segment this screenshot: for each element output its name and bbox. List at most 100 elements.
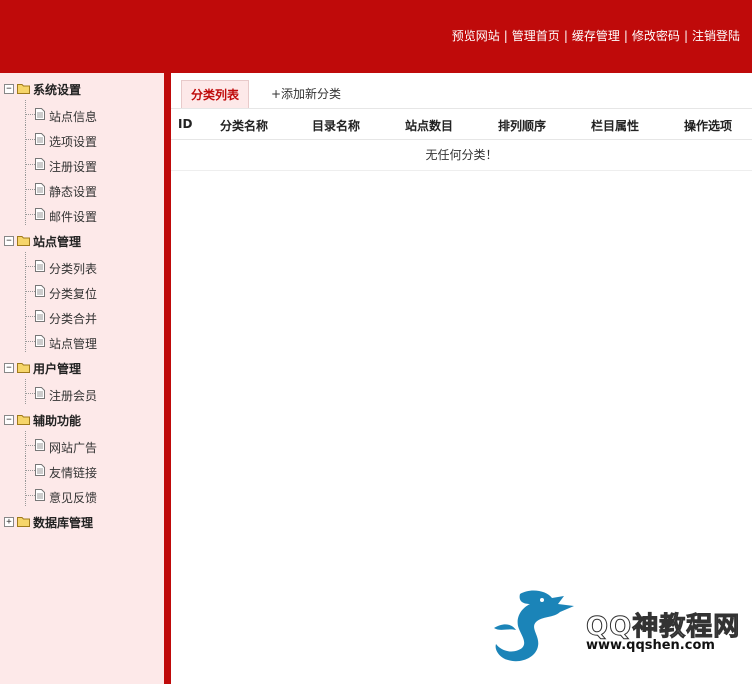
collapse-icon[interactable]: − bbox=[4, 415, 14, 425]
folder-icon bbox=[17, 235, 31, 246]
table-header: ID 分类名称 目录名称 站点数目 排列顺序 栏目属性 操作选项 bbox=[171, 109, 752, 140]
folder-icon bbox=[17, 362, 31, 373]
column-header-category-name: 分类名称 bbox=[220, 119, 269, 133]
document-icon bbox=[35, 183, 45, 195]
sidebar-item-label: 网站广告 bbox=[49, 441, 98, 455]
document-icon bbox=[35, 108, 45, 120]
sidebar-group-label: 数据库管理 bbox=[33, 516, 94, 530]
column-header-sort-order: 排列顺序 bbox=[498, 119, 547, 133]
sidebar-item-label: 注册设置 bbox=[49, 160, 98, 174]
tree-line bbox=[25, 175, 27, 200]
sidebar-group-label: 系统设置 bbox=[33, 83, 82, 97]
sidebar-divider[interactable] bbox=[164, 73, 171, 684]
sidebar-item[interactable]: 站点管理 bbox=[0, 327, 164, 358]
sidebar-group[interactable]: + 数据库管理 bbox=[0, 512, 164, 539]
watermark-logo: QQ神教程网 www.qqshen.com bbox=[490, 588, 745, 668]
tree-line bbox=[25, 379, 27, 404]
sidebar-group-label: 站点管理 bbox=[33, 235, 82, 249]
empty-message: 无任何分类！ bbox=[171, 140, 752, 171]
sidebar-item-label: 分类合并 bbox=[49, 312, 98, 326]
column-header-column-property: 栏目属性 bbox=[591, 119, 640, 133]
document-icon bbox=[35, 335, 45, 347]
collapse-icon[interactable]: − bbox=[4, 84, 14, 94]
top-nav: 预览网站 | 管理首页 | 缓存管理 | 修改密码 | 注销登陆 bbox=[452, 27, 740, 44]
admin-home-link[interactable]: 管理首页 bbox=[512, 29, 560, 43]
tree-line bbox=[26, 470, 35, 471]
tree-line bbox=[25, 200, 27, 225]
tree-line bbox=[25, 150, 27, 175]
sidebar-group-label: 用户管理 bbox=[33, 362, 82, 376]
tab-category-list[interactable]: 分类列表 bbox=[181, 80, 249, 108]
folder-icon bbox=[17, 516, 31, 527]
column-header-directory-name: 目录名称 bbox=[312, 119, 361, 133]
tree-line bbox=[26, 189, 35, 190]
change-password-link[interactable]: 修改密码 bbox=[632, 29, 680, 43]
sidebar-tree: − 系统设置 站点信息 选项设置 注册设置 静态设置 邮件设置 − 站点管理 分类列表 分类复位 分类… bbox=[0, 79, 164, 539]
tree-line bbox=[25, 456, 27, 481]
sidebar-item-label: 分类复位 bbox=[49, 287, 98, 301]
tree-line bbox=[26, 495, 35, 496]
sidebar-item-label: 选项设置 bbox=[49, 135, 98, 149]
tree-line bbox=[26, 114, 35, 115]
sidebar-item[interactable]: 邮件设置 bbox=[0, 200, 164, 231]
document-icon bbox=[35, 464, 45, 476]
document-icon bbox=[35, 310, 45, 322]
tree-line bbox=[26, 291, 35, 292]
preview-site-link[interactable]: 预览网站 bbox=[452, 29, 500, 43]
tree-line bbox=[25, 252, 27, 277]
tree-line bbox=[26, 164, 35, 165]
nav-separator: | bbox=[563, 29, 568, 43]
tree-line bbox=[26, 341, 35, 342]
collapse-icon[interactable]: − bbox=[4, 363, 14, 373]
tab-add-category[interactable]: +添加新分类 bbox=[271, 80, 341, 108]
document-icon bbox=[35, 489, 45, 501]
nav-separator: | bbox=[503, 29, 508, 43]
document-icon bbox=[35, 260, 45, 272]
document-icon bbox=[35, 158, 45, 170]
sidebar-item-label: 站点信息 bbox=[49, 110, 98, 124]
sidebar-item-label: 注册会员 bbox=[49, 389, 98, 403]
document-icon bbox=[35, 387, 45, 399]
dragon-icon bbox=[494, 590, 574, 662]
tree-line bbox=[26, 214, 35, 215]
sidebar-item-label: 邮件设置 bbox=[49, 210, 98, 224]
tree-line bbox=[26, 266, 35, 267]
nav-separator: | bbox=[683, 29, 688, 43]
tree-line bbox=[26, 445, 35, 446]
tab-bar: 分类列表 +添加新分类 bbox=[171, 80, 752, 109]
collapse-icon[interactable]: − bbox=[4, 236, 14, 246]
sidebar-item-label: 站点管理 bbox=[49, 337, 98, 351]
sidebar-item[interactable]: 意见反馈 bbox=[0, 481, 164, 512]
sidebar-item-label: 静态设置 bbox=[49, 185, 98, 199]
sidebar-item[interactable]: 注册会员 bbox=[0, 379, 164, 410]
header-bar: 预览网站 | 管理首页 | 缓存管理 | 修改密码 | 注销登陆 bbox=[0, 0, 752, 73]
folder-icon bbox=[17, 83, 31, 94]
tree-line bbox=[25, 277, 27, 302]
tree-line bbox=[26, 139, 35, 140]
logout-link[interactable]: 注销登陆 bbox=[692, 29, 740, 43]
document-icon bbox=[35, 133, 45, 145]
tree-line bbox=[26, 316, 35, 317]
sidebar-item-label: 意见反馈 bbox=[49, 491, 98, 505]
column-header-id: ID bbox=[178, 117, 193, 131]
tree-line bbox=[25, 302, 27, 327]
nav-separator: | bbox=[623, 29, 628, 43]
tree-line bbox=[26, 393, 35, 394]
column-header-actions: 操作选项 bbox=[684, 119, 733, 133]
document-icon bbox=[35, 439, 45, 451]
tree-line bbox=[25, 327, 27, 352]
sidebar-item-label: 分类列表 bbox=[49, 262, 98, 276]
tree-line bbox=[25, 431, 27, 456]
document-icon bbox=[35, 285, 45, 297]
watermark-url: www.qqshen.com bbox=[586, 638, 715, 653]
column-header-site-count: 站点数目 bbox=[405, 119, 454, 133]
cache-manage-link[interactable]: 缓存管理 bbox=[572, 29, 620, 43]
tree-line bbox=[25, 481, 27, 506]
sidebar-group-label: 辅助功能 bbox=[33, 414, 82, 428]
document-icon bbox=[35, 208, 45, 220]
tree-line bbox=[25, 100, 27, 125]
expand-icon[interactable]: + bbox=[4, 517, 14, 527]
folder-icon bbox=[17, 414, 31, 425]
tree-line bbox=[25, 125, 27, 150]
sidebar: − 系统设置 站点信息 选项设置 注册设置 静态设置 邮件设置 − 站点管理 分类列表 分类复位 分类… bbox=[0, 73, 164, 684]
